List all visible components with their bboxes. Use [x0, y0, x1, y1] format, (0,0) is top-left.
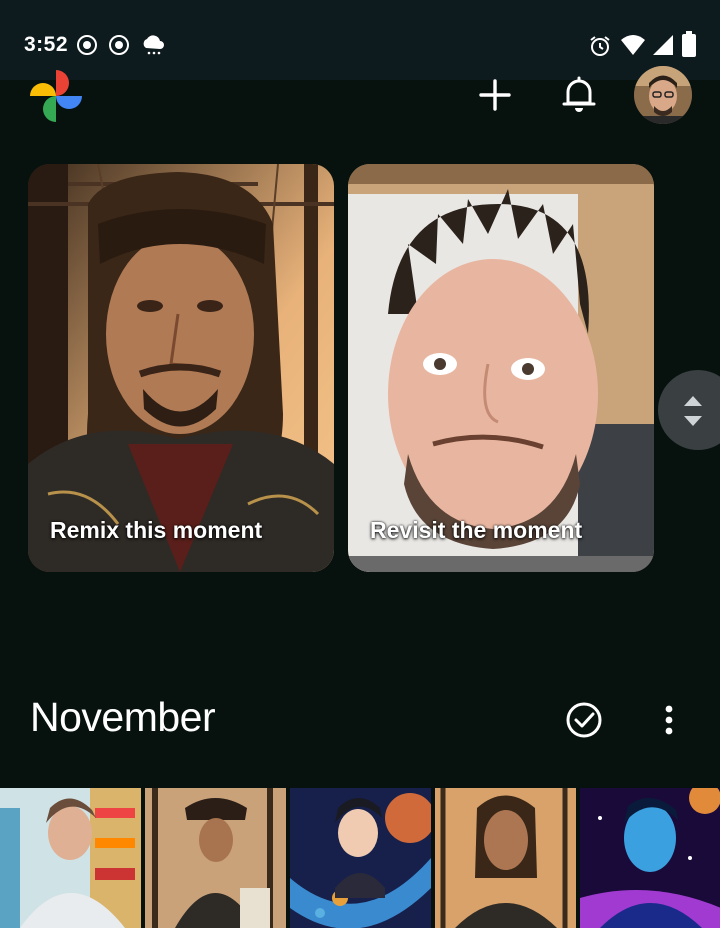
memory-card-label: Revisit the moment	[370, 517, 583, 543]
select-check-icon[interactable]	[562, 698, 606, 742]
app-bar	[0, 80, 720, 140]
pirate-portrait-thumb-image	[435, 788, 576, 928]
memory-card-label: Remix this moment	[50, 517, 263, 543]
signal-icon	[653, 35, 673, 55]
photo-thumbnail[interactable]	[0, 788, 141, 928]
section-title: November	[30, 694, 216, 740]
photo-thumbnail[interactable]	[290, 788, 431, 928]
add-button[interactable]	[472, 72, 518, 118]
memory-card-revisit[interactable]: Revisit the moment	[348, 164, 654, 572]
scroll-arrows-icon	[684, 396, 702, 426]
selfie-portrait-image	[348, 164, 654, 572]
google-photos-logo	[30, 70, 82, 122]
weather-cloud-icon	[143, 35, 164, 55]
memory-card-remix[interactable]: Remix this moment	[28, 164, 334, 572]
grocery-store-man-image	[0, 788, 141, 928]
more-vert-icon[interactable]	[654, 700, 684, 740]
account-avatar[interactable]	[634, 66, 692, 124]
status-bar: 3:52	[0, 0, 720, 80]
blue-cosmic-man-image	[580, 788, 720, 928]
alarm-icon	[590, 36, 610, 56]
status-time: 3:52	[24, 33, 69, 56]
space-cartoon-man-image	[290, 788, 431, 928]
photo-grid	[0, 788, 720, 928]
wifi-icon	[621, 35, 645, 55]
avatar-face-icon	[634, 66, 692, 124]
photo-thumbnail[interactable]	[145, 788, 286, 928]
pirate-portrait-image	[28, 164, 334, 572]
notification-badge-icon	[77, 35, 97, 55]
notifications-bell-icon[interactable]	[556, 70, 602, 116]
notification-badge-icon	[109, 35, 129, 55]
battery-icon	[682, 31, 696, 57]
photo-thumbnail[interactable]	[580, 788, 720, 928]
pirate-ship-man-image	[145, 788, 286, 928]
photo-thumbnail[interactable]	[435, 788, 576, 928]
fast-scroll-handle[interactable]	[658, 370, 720, 450]
